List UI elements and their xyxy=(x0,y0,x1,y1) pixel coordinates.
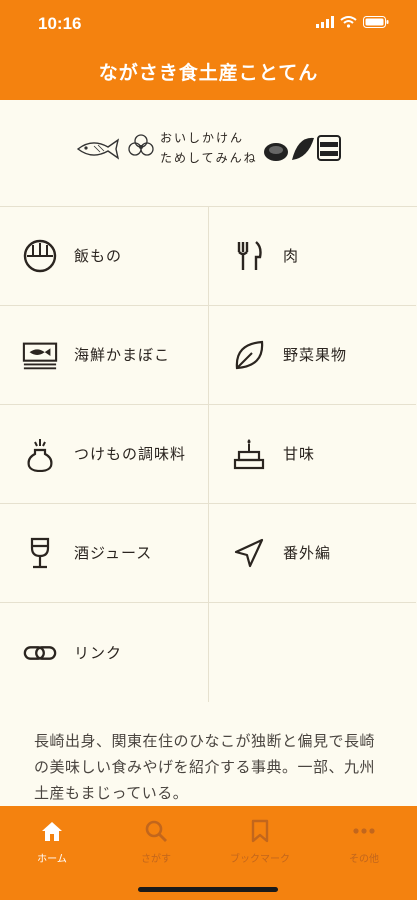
empty-cell xyxy=(208,603,416,702)
category-rice[interactable]: 飯もの xyxy=(0,207,208,306)
tab-search[interactable]: さがす xyxy=(104,818,208,865)
category-label: リンク xyxy=(74,643,123,662)
tab-bar: ホーム さがす ブックマーク その他 xyxy=(0,806,417,900)
category-link[interactable]: リンク xyxy=(0,603,208,702)
banner: おいしかけん ためしてみんね xyxy=(0,100,417,206)
fish-icon xyxy=(22,337,58,373)
category-label: つけもの調味料 xyxy=(74,445,187,463)
home-icon xyxy=(42,822,62,841)
wifi-icon xyxy=(340,16,357,28)
category-pickles[interactable]: つけもの調味料 xyxy=(0,405,208,504)
category-label: 酒ジュース xyxy=(74,544,153,562)
header-bar: 10:16 ながさき食土産ことてん xyxy=(0,0,417,100)
tab-bookmark[interactable]: ブックマーク xyxy=(208,818,312,865)
status-time: 10:16 xyxy=(38,14,82,33)
rice-bowl-icon xyxy=(22,238,58,274)
category-label: 甘味 xyxy=(283,445,316,463)
status-bar: 10:16 xyxy=(0,12,417,36)
category-label: 飯もの xyxy=(74,247,123,265)
signal-icon xyxy=(316,16,334,28)
category-label: 番外編 xyxy=(283,544,332,562)
page-title: ながさき食土産ことてん xyxy=(98,62,319,84)
flower-illustration-icon xyxy=(128,134,154,156)
wine-glass-icon xyxy=(22,535,58,571)
category-grid: 飯もの 肉 海鮮かまぼこ 野菜果物 つけもの調味料 甘味 酒ジュース 番外編 リ… xyxy=(0,206,417,702)
leaf-icon xyxy=(231,337,267,373)
bookmark-icon xyxy=(251,819,269,843)
app-description: 長崎出身、関東在住のひなこが独断と偏見で長崎の美味しい食みやげを紹介する事典。一… xyxy=(34,732,376,802)
tab-label: さがす xyxy=(141,854,171,865)
search-icon xyxy=(145,820,167,842)
category-extra[interactable]: 番外編 xyxy=(208,504,416,603)
fork-knife-icon xyxy=(231,238,267,274)
category-label: 野菜果物 xyxy=(283,346,348,364)
battery-icon xyxy=(363,16,389,28)
more-icon xyxy=(353,828,375,834)
tab-label: ホーム xyxy=(37,854,67,865)
category-label: 海鮮かまぼこ xyxy=(74,346,171,364)
category-drinks[interactable]: 酒ジュース xyxy=(0,504,208,603)
tab-home[interactable]: ホーム xyxy=(0,818,104,865)
tab-more[interactable]: その他 xyxy=(312,818,416,865)
banner-line-1: おいしかけん xyxy=(160,131,245,145)
fish-illustration-icon xyxy=(76,138,120,160)
category-vegetables[interactable]: 野菜果物 xyxy=(208,306,416,405)
tab-label: ブックマーク xyxy=(230,854,290,865)
category-seafood[interactable]: 海鮮かまぼこ xyxy=(0,306,208,405)
category-sweets[interactable]: 甘味 xyxy=(208,405,416,504)
food-illustration-icon xyxy=(264,135,341,161)
cake-icon xyxy=(231,436,267,472)
link-icon xyxy=(22,635,58,671)
category-label: 肉 xyxy=(283,247,300,265)
home-indicator xyxy=(138,887,278,892)
condiment-jar-icon xyxy=(22,436,58,472)
tab-label: その他 xyxy=(349,854,379,865)
navigation-arrow-icon xyxy=(231,535,267,571)
category-meat[interactable]: 肉 xyxy=(208,207,416,306)
banner-line-2: ためしてみんね xyxy=(160,151,258,165)
